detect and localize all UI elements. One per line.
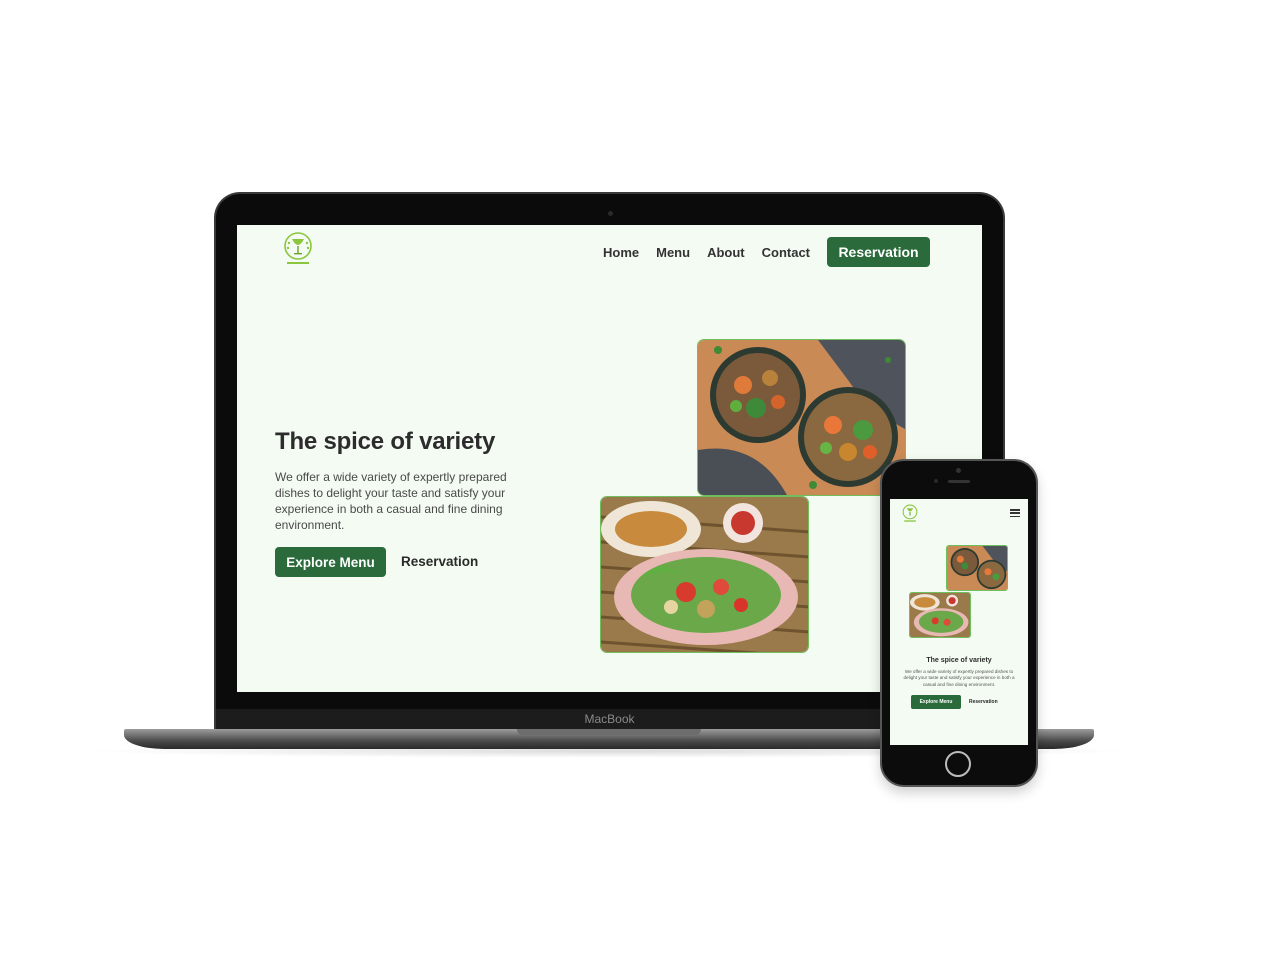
hero-description: We offer a wide variety of expertly prep… [275,470,507,532]
mobile-explore-menu-button[interactable]: Explore Menu [911,695,961,709]
phone-home-button[interactable] [945,751,971,777]
laptop-screen: Home Menu About Contact Reservation The … [237,225,982,692]
phone-speaker [948,480,970,483]
nav-home[interactable]: Home [603,245,639,260]
hamburger-menu-icon[interactable] [1010,509,1020,518]
laptop-camera [608,211,613,216]
nav-contact[interactable]: Contact [762,245,810,260]
nav-menu[interactable]: Menu [656,245,690,260]
noodle-bowls-image [697,339,906,496]
phone-sensor [934,479,938,483]
mobile-papaya-salad-image [909,592,971,638]
reservation-link[interactable]: Reservation [401,554,478,569]
site-logo[interactable] [281,231,315,267]
phone-screen: The spice of variety We offer a wide var… [890,499,1028,745]
mobile-noodle-bowls-image [946,545,1008,591]
mobile-hero-description: We offer a wide variety of expertly prep… [903,669,1015,687]
main-nav: Home Menu About Contact Reservation [603,237,931,267]
hero-title: The spice of variety [275,428,496,455]
mobile-reservation-link[interactable]: Reservation [969,699,998,705]
explore-menu-button[interactable]: Explore Menu [275,547,386,577]
nav-reservation-button[interactable]: Reservation [827,237,931,267]
papaya-salad-image [600,496,809,653]
nav-about[interactable]: About [707,245,745,260]
phone-mockup: The spice of variety We offer a wide var… [880,459,1038,787]
phone-camera [956,468,961,473]
laptop-base-notch [517,729,701,735]
mobile-site-logo[interactable] [901,504,919,523]
mobile-hero-title: The spice of variety [926,657,992,664]
